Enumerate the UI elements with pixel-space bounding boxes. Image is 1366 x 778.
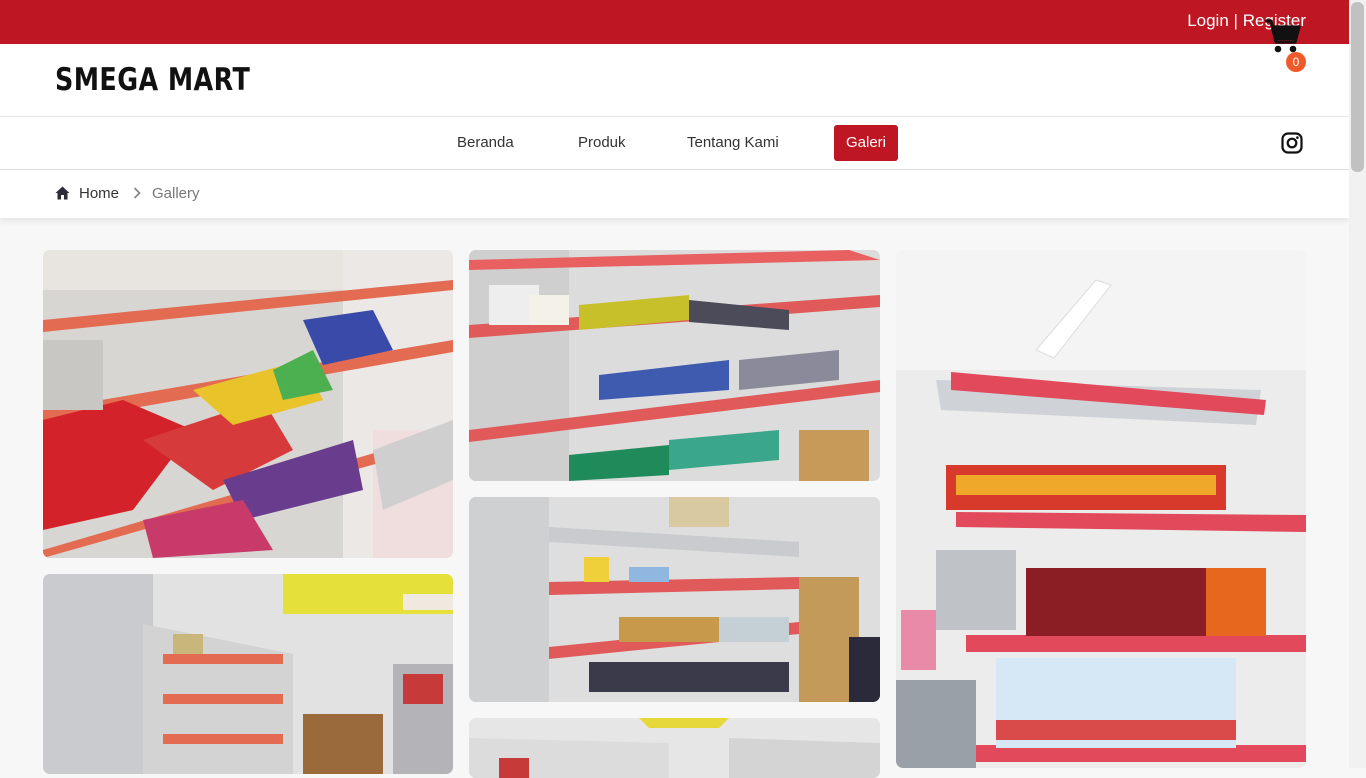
top-bar: Login | Register <box>0 0 1349 44</box>
instagram-icon[interactable] <box>1281 132 1303 154</box>
scrollbar-thumb[interactable] <box>1351 2 1364 172</box>
cart-count-badge: 0 <box>1286 52 1306 72</box>
gallery-photo <box>469 718 880 778</box>
brand-logo[interactable]: SMEGA MART <box>55 62 250 98</box>
breadcrumb-current: Gallery <box>152 185 200 202</box>
gallery-photo <box>43 250 453 558</box>
auth-separator: | <box>1233 11 1238 30</box>
site-header: SMEGA MART <box>0 44 1349 117</box>
login-link[interactable]: Login <box>1187 11 1229 30</box>
nav-produk[interactable]: Produk <box>566 125 638 161</box>
nav-beranda[interactable]: Beranda <box>445 125 526 161</box>
gallery-image[interactable] <box>469 718 880 778</box>
chevron-right-icon <box>133 187 141 199</box>
gallery-photo <box>43 574 453 774</box>
breadcrumb: Home Gallery <box>0 170 1349 218</box>
gallery-photo <box>896 250 1306 768</box>
gallery-image[interactable] <box>896 250 1306 768</box>
gallery-image[interactable] <box>469 497 880 702</box>
home-icon <box>55 186 70 200</box>
main-nav: Beranda Produk Tentang Kami Galeri <box>0 117 1349 170</box>
gallery-photo <box>469 250 880 481</box>
shopping-cart-icon[interactable] <box>1264 18 1302 54</box>
gallery-image[interactable] <box>43 250 453 558</box>
nav-tentang-kami[interactable]: Tentang Kami <box>675 125 791 161</box>
gallery-image[interactable] <box>469 250 880 481</box>
gallery-photo <box>469 497 880 702</box>
gallery-image[interactable] <box>43 574 453 774</box>
nav-galeri[interactable]: Galeri <box>834 125 899 161</box>
breadcrumb-home[interactable]: Home <box>79 185 119 202</box>
